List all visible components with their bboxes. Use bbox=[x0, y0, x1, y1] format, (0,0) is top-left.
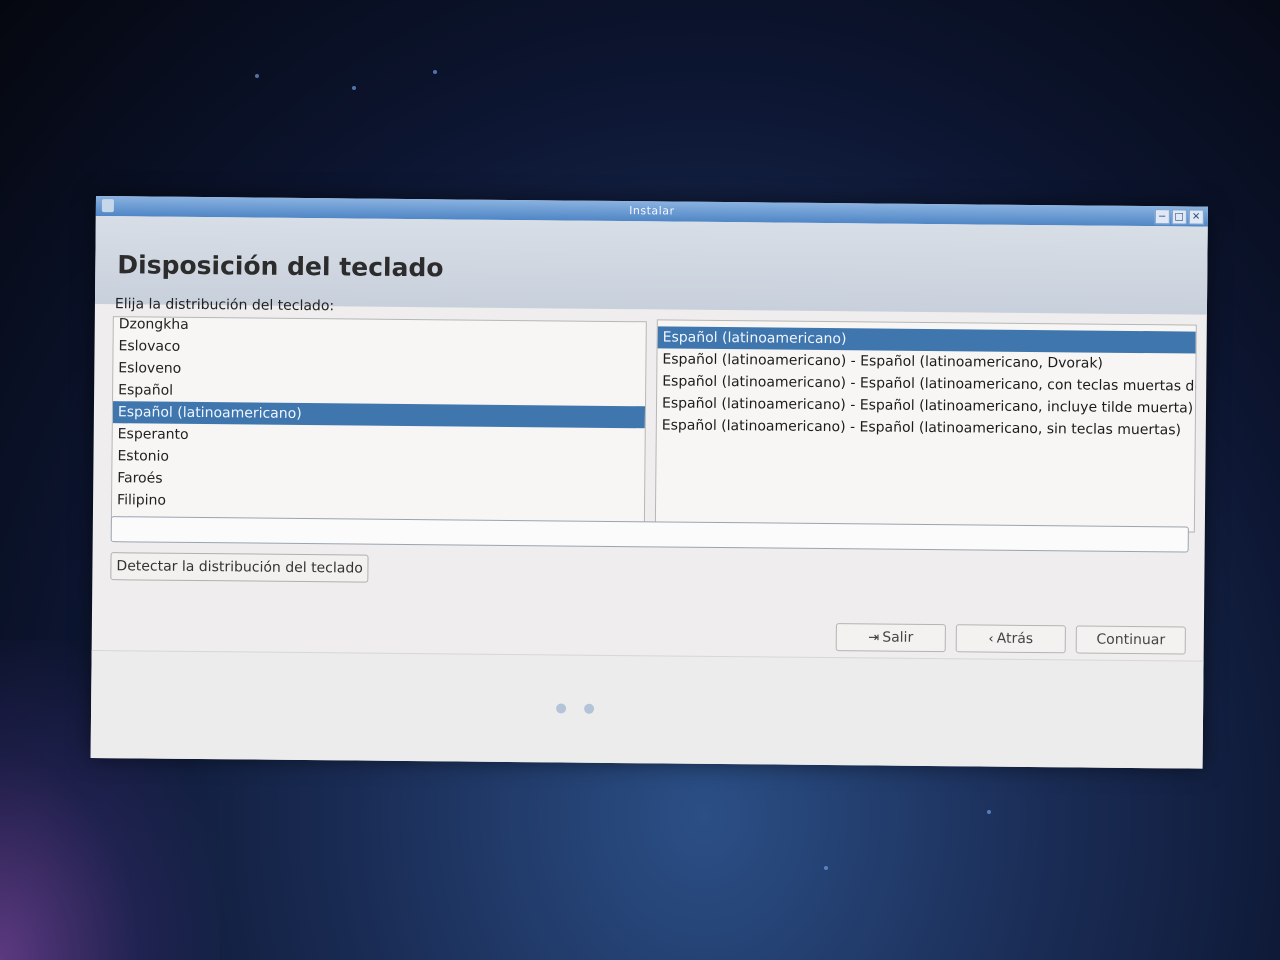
layout-item[interactable]: Filipino bbox=[112, 489, 644, 516]
window-controls: − □ ✕ bbox=[1154, 209, 1204, 225]
background-star bbox=[352, 86, 356, 90]
background-star bbox=[987, 810, 991, 814]
window-menu-icon[interactable] bbox=[101, 199, 114, 213]
maximize-icon[interactable]: □ bbox=[1171, 209, 1187, 225]
continue-button[interactable]: Continuar bbox=[1075, 625, 1186, 655]
installer-window: Instalar − □ ✕ Disposición del teclado E… bbox=[90, 196, 1208, 769]
back-label: Atrás bbox=[996, 630, 1034, 648]
page-title: Disposición del teclado bbox=[117, 250, 444, 283]
window-title: Instalar bbox=[629, 204, 675, 218]
keyboard-variant-list[interactable]: Español (latinoamericano) Español (latin… bbox=[654, 319, 1197, 533]
quit-button[interactable]: ⇥ Salir bbox=[835, 623, 946, 653]
quit-label: Salir bbox=[882, 629, 914, 646]
variant-item[interactable]: Español (latinoamericano) - Español (lat… bbox=[657, 414, 1195, 441]
detect-layout-button[interactable]: Detectar la distribución del teclado bbox=[110, 552, 369, 583]
minimize-icon[interactable]: − bbox=[1154, 209, 1170, 225]
close-icon[interactable]: ✕ bbox=[1188, 209, 1204, 225]
background-star bbox=[255, 74, 259, 78]
exit-icon: ⇥ bbox=[868, 630, 880, 646]
chevron-left-icon: ‹ bbox=[988, 631, 994, 647]
layout-prompt: Elija la distribución del teclado: bbox=[114, 296, 335, 315]
background-star bbox=[824, 866, 828, 870]
background-star bbox=[433, 70, 437, 74]
progress-footer bbox=[90, 649, 1204, 769]
progress-dot bbox=[584, 703, 595, 714]
progress-dot bbox=[556, 703, 567, 714]
back-button[interactable]: ‹ Atrás bbox=[955, 624, 1066, 654]
keyboard-layout-list[interactable]: Dzongkha Eslovaco Esloveno Español Españ… bbox=[110, 316, 647, 524]
